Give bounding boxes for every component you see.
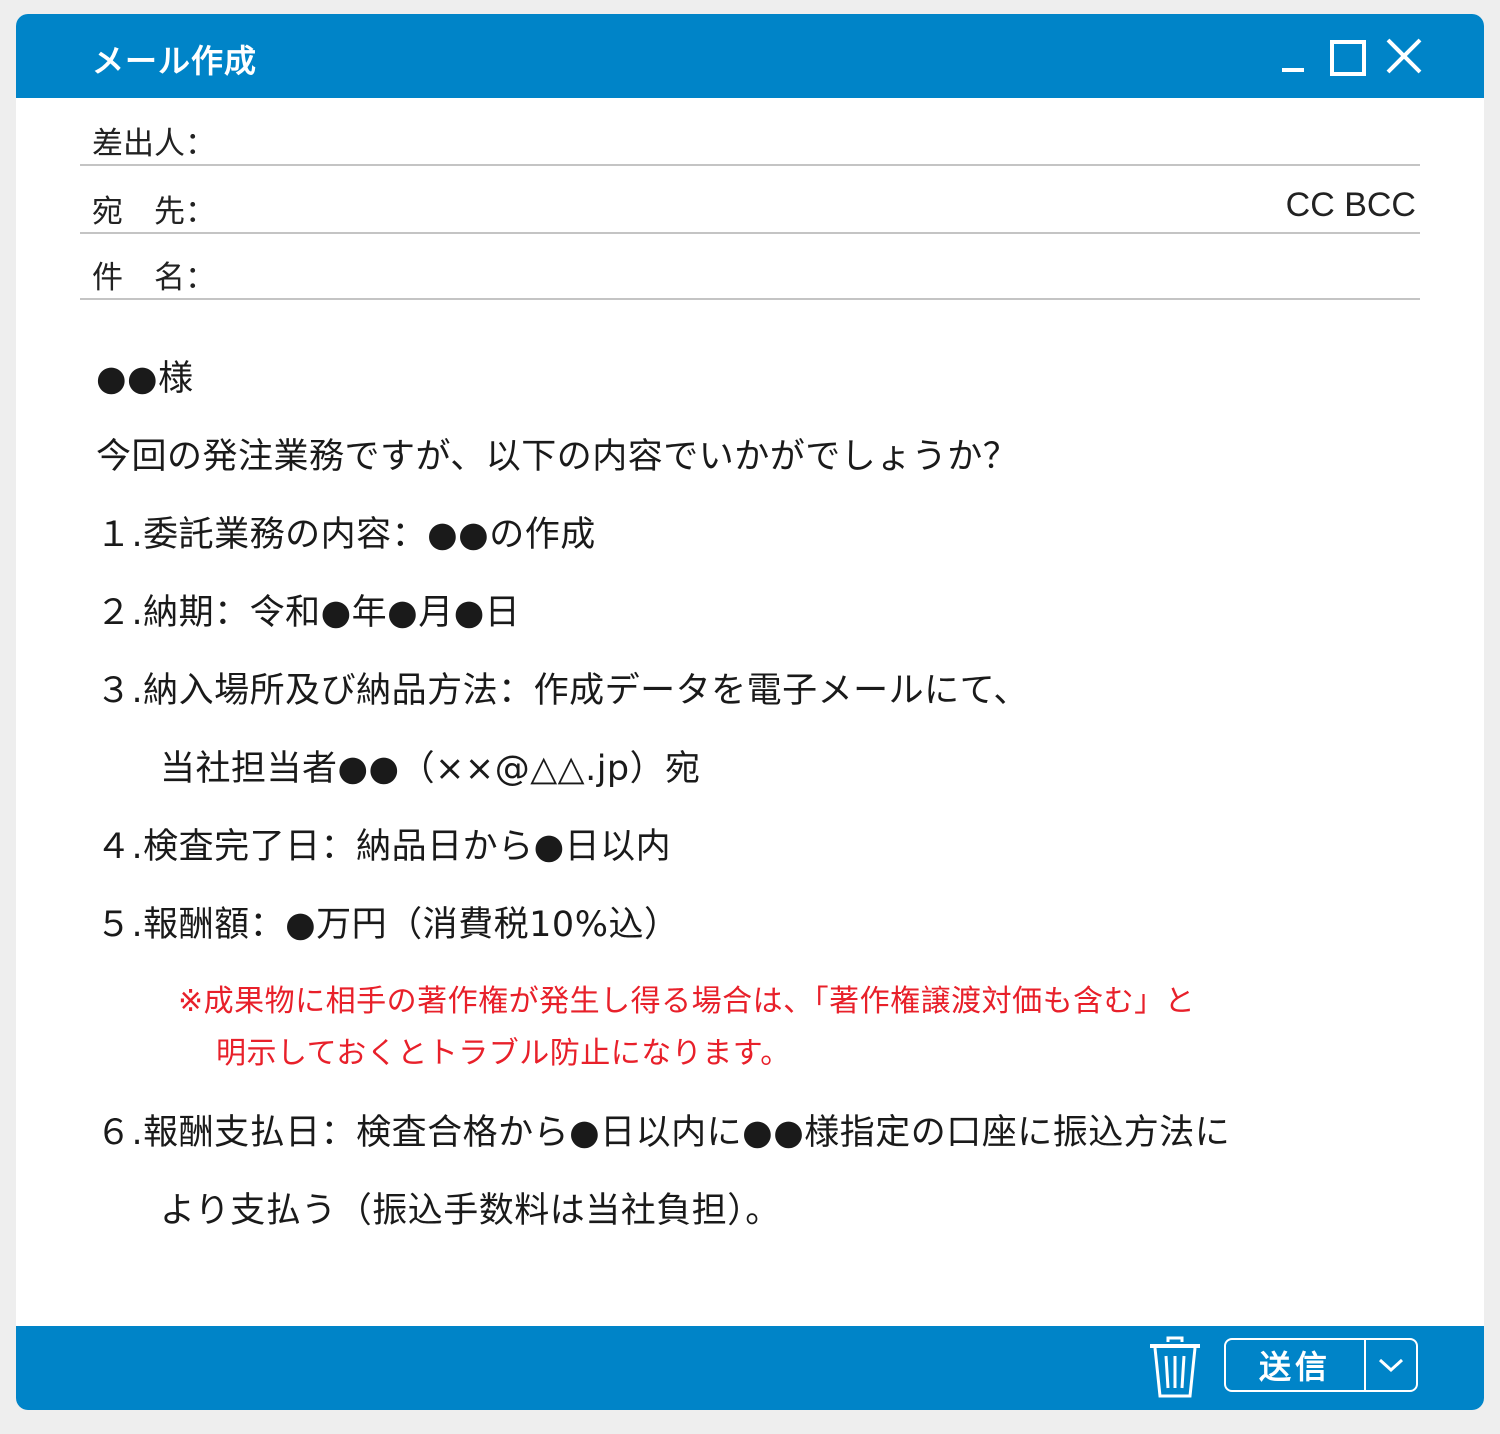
bottom-toolbar: 送信 xyxy=(16,1326,1484,1410)
trash-icon xyxy=(1150,1336,1200,1398)
item-5-line: ５.報酬額：●万円（消費税10%込） xyxy=(96,905,680,945)
item-4-line: ４.検査完了日：納品日から●日以内 xyxy=(96,827,672,867)
bcc-button[interactable]: BCC xyxy=(1344,186,1416,224)
cc-bcc-toggle: CC BCC xyxy=(1286,186,1416,225)
send-split-button: 送信 xyxy=(1224,1338,1418,1392)
subject-field: 件 名： xyxy=(80,232,1420,300)
item-3-line: ３.納入場所及び納品方法：作成データを電子メールにて、 xyxy=(96,671,1029,711)
intro-line: 今回の発注業務ですが、以下の内容でいかがでしょうか？ xyxy=(96,437,1019,477)
to-label: 宛 先： xyxy=(92,194,216,230)
chevron-down-icon xyxy=(1378,1358,1404,1373)
maximize-button[interactable] xyxy=(1328,36,1368,76)
to-field: 宛 先： CC BCC xyxy=(80,166,1420,234)
mail-compose-window: メール作成 差出人： 宛 先： CC BCC 件 名： ●●様 今回の発注業務で… xyxy=(16,14,1484,1410)
send-options-button[interactable] xyxy=(1366,1340,1416,1390)
item-6-continuation: より支払う（振込手数料は当社負担）。 xyxy=(160,1191,781,1231)
cc-button[interactable]: CC xyxy=(1286,186,1335,224)
greeting-line: ●●様 xyxy=(96,359,194,399)
delete-button[interactable] xyxy=(1146,1336,1204,1400)
item-3-continuation: 当社担当者●●（××@△△.jp）宛 xyxy=(160,749,701,789)
note-line: ※成果物に相手の著作権が発生し得る場合は、「著作権譲渡対価も含む」と xyxy=(178,984,1196,1019)
send-button[interactable]: 送信 xyxy=(1226,1340,1364,1390)
title-bar: メール作成 xyxy=(16,14,1484,98)
subject-input[interactable] xyxy=(230,240,1284,292)
item-2-line: ２.納期：令和●年●月●日 xyxy=(96,593,521,633)
subject-label: 件 名： xyxy=(92,260,216,296)
from-label: 差出人： xyxy=(92,126,216,162)
note-continuation: 明示しておくとトラブル防止になります。 xyxy=(216,1036,791,1071)
from-input[interactable] xyxy=(230,106,1284,158)
close-button[interactable] xyxy=(1384,36,1424,76)
item-1-line: １.委託業務の内容：●●の作成 xyxy=(96,515,596,555)
minimize-button[interactable] xyxy=(1278,36,1308,76)
close-icon xyxy=(1386,38,1422,74)
item-6-line: ６.報酬支払日：検査合格から●日以内に●●様指定の口座に振込方法に xyxy=(96,1113,1231,1153)
from-field: 差出人： xyxy=(80,98,1420,166)
window-title: メール作成 xyxy=(92,42,258,80)
to-input[interactable] xyxy=(230,174,1284,226)
